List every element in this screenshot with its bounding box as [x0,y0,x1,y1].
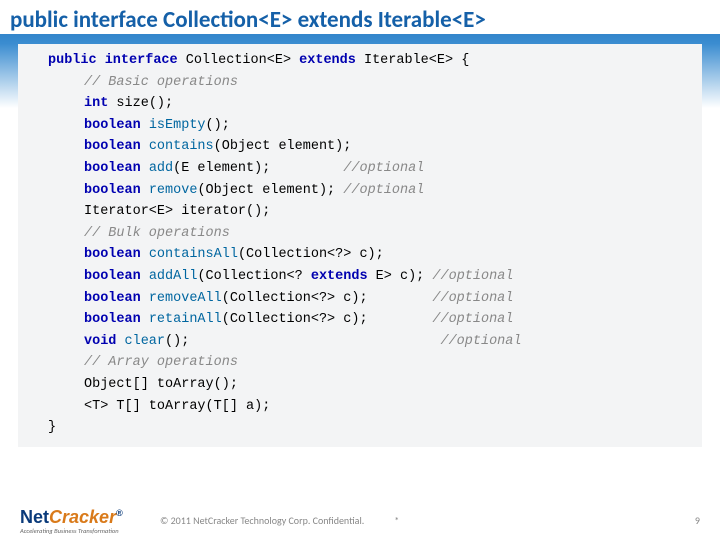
footer-center: © 2011 NetCracker Technology Corp. Confi… [160,514,399,527]
code-comment: // Basic operations [48,72,690,94]
code-line: boolean addAll(Collection<? extends E> c… [48,266,690,288]
code-line: boolean retainAll(Collection<?> c); //op… [48,309,690,331]
logo: NetCracker® Accelerating Business Transf… [20,508,123,535]
code-block: public interface Collection<E> extends I… [18,44,702,447]
logo-main: NetCracker® [20,508,123,526]
copyright-text: © 2011 NetCracker Technology Corp. Confi… [160,514,364,527]
code-line: <T> T[] toArray(T[] a); [48,396,690,418]
code-comment: // Array operations [48,352,690,374]
code-line: boolean removeAll(Collection<?> c); //op… [48,288,690,310]
code-line: Iterator<E> iterator(); [48,201,690,223]
code-line: boolean remove(Object element); //option… [48,180,690,202]
asterisk: * [394,514,399,527]
footer: NetCracker® Accelerating Business Transf… [0,508,720,535]
code-line: int size(); [48,93,690,115]
logo-tagline: Accelerating Business Transformation [20,528,119,535]
slide-title: public interface Collection<E> extends I… [0,0,720,34]
code-line: public interface Collection<E> extends I… [48,50,690,72]
page-number: 9 [695,514,700,527]
code-line: Object[] toArray(); [48,374,690,396]
code-line: boolean add(E element); //optional [48,158,690,180]
code-line: void clear(); //optional [48,331,690,353]
code-line: boolean containsAll(Collection<?> c); [48,244,690,266]
code-line: boolean contains(Object element); [48,136,690,158]
code-line: boolean isEmpty(); [48,115,690,137]
code-line: } [48,417,690,439]
code-comment: // Bulk operations [48,223,690,245]
